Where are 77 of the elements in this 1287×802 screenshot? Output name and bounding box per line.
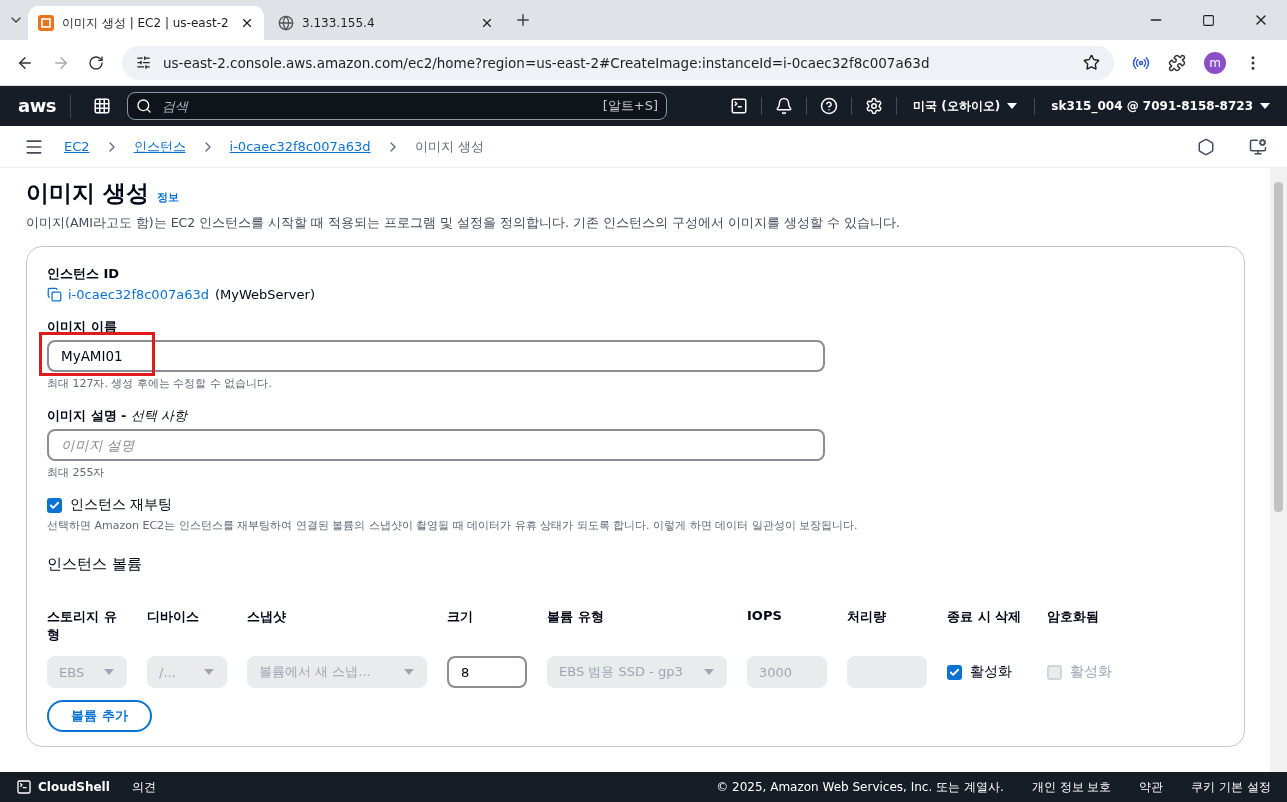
extensions-icon[interactable] <box>1168 53 1186 72</box>
size-field[interactable]: 8 <box>447 656 527 688</box>
column-header: 암호화됨 <box>1047 608 1100 626</box>
browser-tab[interactable]: 3.133.155.4 <box>268 6 504 40</box>
browser-tab[interactable]: 이미지 생성 | EC2 | us-east-2 <box>28 6 264 40</box>
scrollbar[interactable] <box>1270 168 1287 772</box>
column-header: 스토리지 유형 <box>47 608 118 644</box>
column-header: 종료 시 삭제 <box>947 608 1023 626</box>
search-field[interactable]: 검색 [알트+S] <box>127 92 667 120</box>
services-grid-icon[interactable] <box>93 97 111 115</box>
maximize-icon[interactable] <box>1202 13 1215 27</box>
help-icon[interactable] <box>820 97 839 115</box>
info-link[interactable]: 정보 <box>157 190 179 205</box>
copy-icon[interactable] <box>47 287 62 302</box>
shortcut-hint: [알트+S] <box>602 97 658 115</box>
image-name-field[interactable]: MyAMI01 <box>47 340 825 372</box>
cloudshell-icon[interactable] <box>730 97 749 115</box>
caret-icon <box>203 668 215 676</box>
bookmark-icon[interactable] <box>1083 54 1100 71</box>
copyright-text: © 2025, Amazon Web Services, Inc. 또는 계열사. <box>716 778 1004 796</box>
image-description-field[interactable]: 이미지 설명 <box>47 429 825 461</box>
caret-icon <box>1006 102 1019 110</box>
settings-icon[interactable] <box>865 97 884 115</box>
cloudshell-link[interactable]: CloudShell <box>16 779 110 795</box>
cube-icon <box>38 15 54 31</box>
column-header: 스냅샷 <box>247 608 287 626</box>
breadcrumb-current: 이미지 생성 <box>414 137 484 156</box>
address-bar[interactable]: us-east-2.console.aws.amazon.com/ec2/home?region=us-east-2#CreateImage:instanceId=i-0caec32f8c007a63d <box>122 45 1114 80</box>
page-description: 이미지(AMI라고도 함)는 EC2 인스턴스를 시작할 때 적용되는 프로그램 및 설정을 정의합니다. 기존 인스턴스의 구성에서 이미지를 생성할 수 있습니다. <box>26 215 901 232</box>
footer-link[interactable]: 약관 <box>1139 778 1164 796</box>
site-settings-icon[interactable] <box>136 55 151 70</box>
field-hint: 최대 127자. 생성 후에는 수정할 수 없습니다. <box>47 376 273 391</box>
checkbox-description: 선택하면 Amazon EC2는 인스턴스를 재부팅하여 연결된 볼륨의 스냅샷이 촬영될 때 데이터가 유휴 상태가 되도록 합니다. 이렇게 하면 데이터 일관성이 보장됩니다. <box>47 518 859 533</box>
column-header: 크기 <box>447 608 474 626</box>
account-menu[interactable]: sk315_004 @ 7091-8158-8723 <box>1035 99 1271 113</box>
new-tab-icon[interactable] <box>514 11 532 29</box>
breadcrumb-link[interactable]: EC2 <box>64 139 90 154</box>
column-header: IOPS <box>747 608 783 625</box>
column-header: 처리량 <box>847 608 887 626</box>
breadcrumb-link[interactable]: i-0caec32f8c007a63d <box>229 139 371 154</box>
field-hint: 최대 255자 <box>47 465 106 480</box>
column-header: 볼륨 유형 <box>547 608 605 626</box>
page-title: 이미지 생성 <box>26 179 149 208</box>
instance-name: (MyWebServer) <box>214 287 315 302</box>
globe-icon <box>278 15 294 31</box>
checkbox[interactable] <box>947 664 962 680</box>
reboot-checkbox[interactable] <box>47 497 62 513</box>
column-header: 디바이스 <box>147 608 200 626</box>
close-icon[interactable] <box>240 16 254 30</box>
hexagon-icon[interactable] <box>1197 137 1215 156</box>
section-heading: 인스턴스 볼륨 <box>47 555 143 574</box>
field-label: 인스턴스 ID <box>47 265 121 283</box>
scrollbar-thumb[interactable] <box>1274 182 1283 512</box>
footer-link[interactable]: 개인 정보 보호 <box>1031 778 1112 796</box>
footer-link[interactable]: 쿠키 기본 설정 <box>1191 778 1271 796</box>
region-menu[interactable]: 미국 (오하이오) <box>897 97 1036 115</box>
field-label: 이미지 설명 - 선택 사항 <box>47 407 189 425</box>
checkbox-label: 활성화 <box>1070 663 1112 681</box>
bell-icon[interactable] <box>775 97 794 115</box>
caret-icon <box>103 668 115 676</box>
search-icon <box>136 98 152 114</box>
profile-avatar[interactable]: m <box>1204 51 1226 74</box>
add-volume-button[interactable]: 볼륨 추가 <box>47 700 152 732</box>
close-icon[interactable] <box>480 16 494 30</box>
aws-logo[interactable]: aws <box>18 94 71 118</box>
terminal-icon <box>16 779 32 795</box>
reload-icon[interactable] <box>88 54 104 71</box>
caret-icon <box>403 668 415 676</box>
checkbox-label: 활성화 <box>970 663 1012 681</box>
caret-icon <box>1259 102 1271 110</box>
feedback-link[interactable]: 의견 <box>131 778 156 796</box>
breadcrumb-link[interactable]: 인스턴스 <box>133 137 186 156</box>
instance-link[interactable]: i-0caec32f8c007a63d <box>68 287 209 302</box>
monitor-icon[interactable] <box>1249 137 1267 156</box>
caret-icon <box>703 668 715 676</box>
search-input[interactable]: 검색 <box>160 97 595 115</box>
checkbox-label: 인스턴스 재부팅 <box>70 496 173 514</box>
